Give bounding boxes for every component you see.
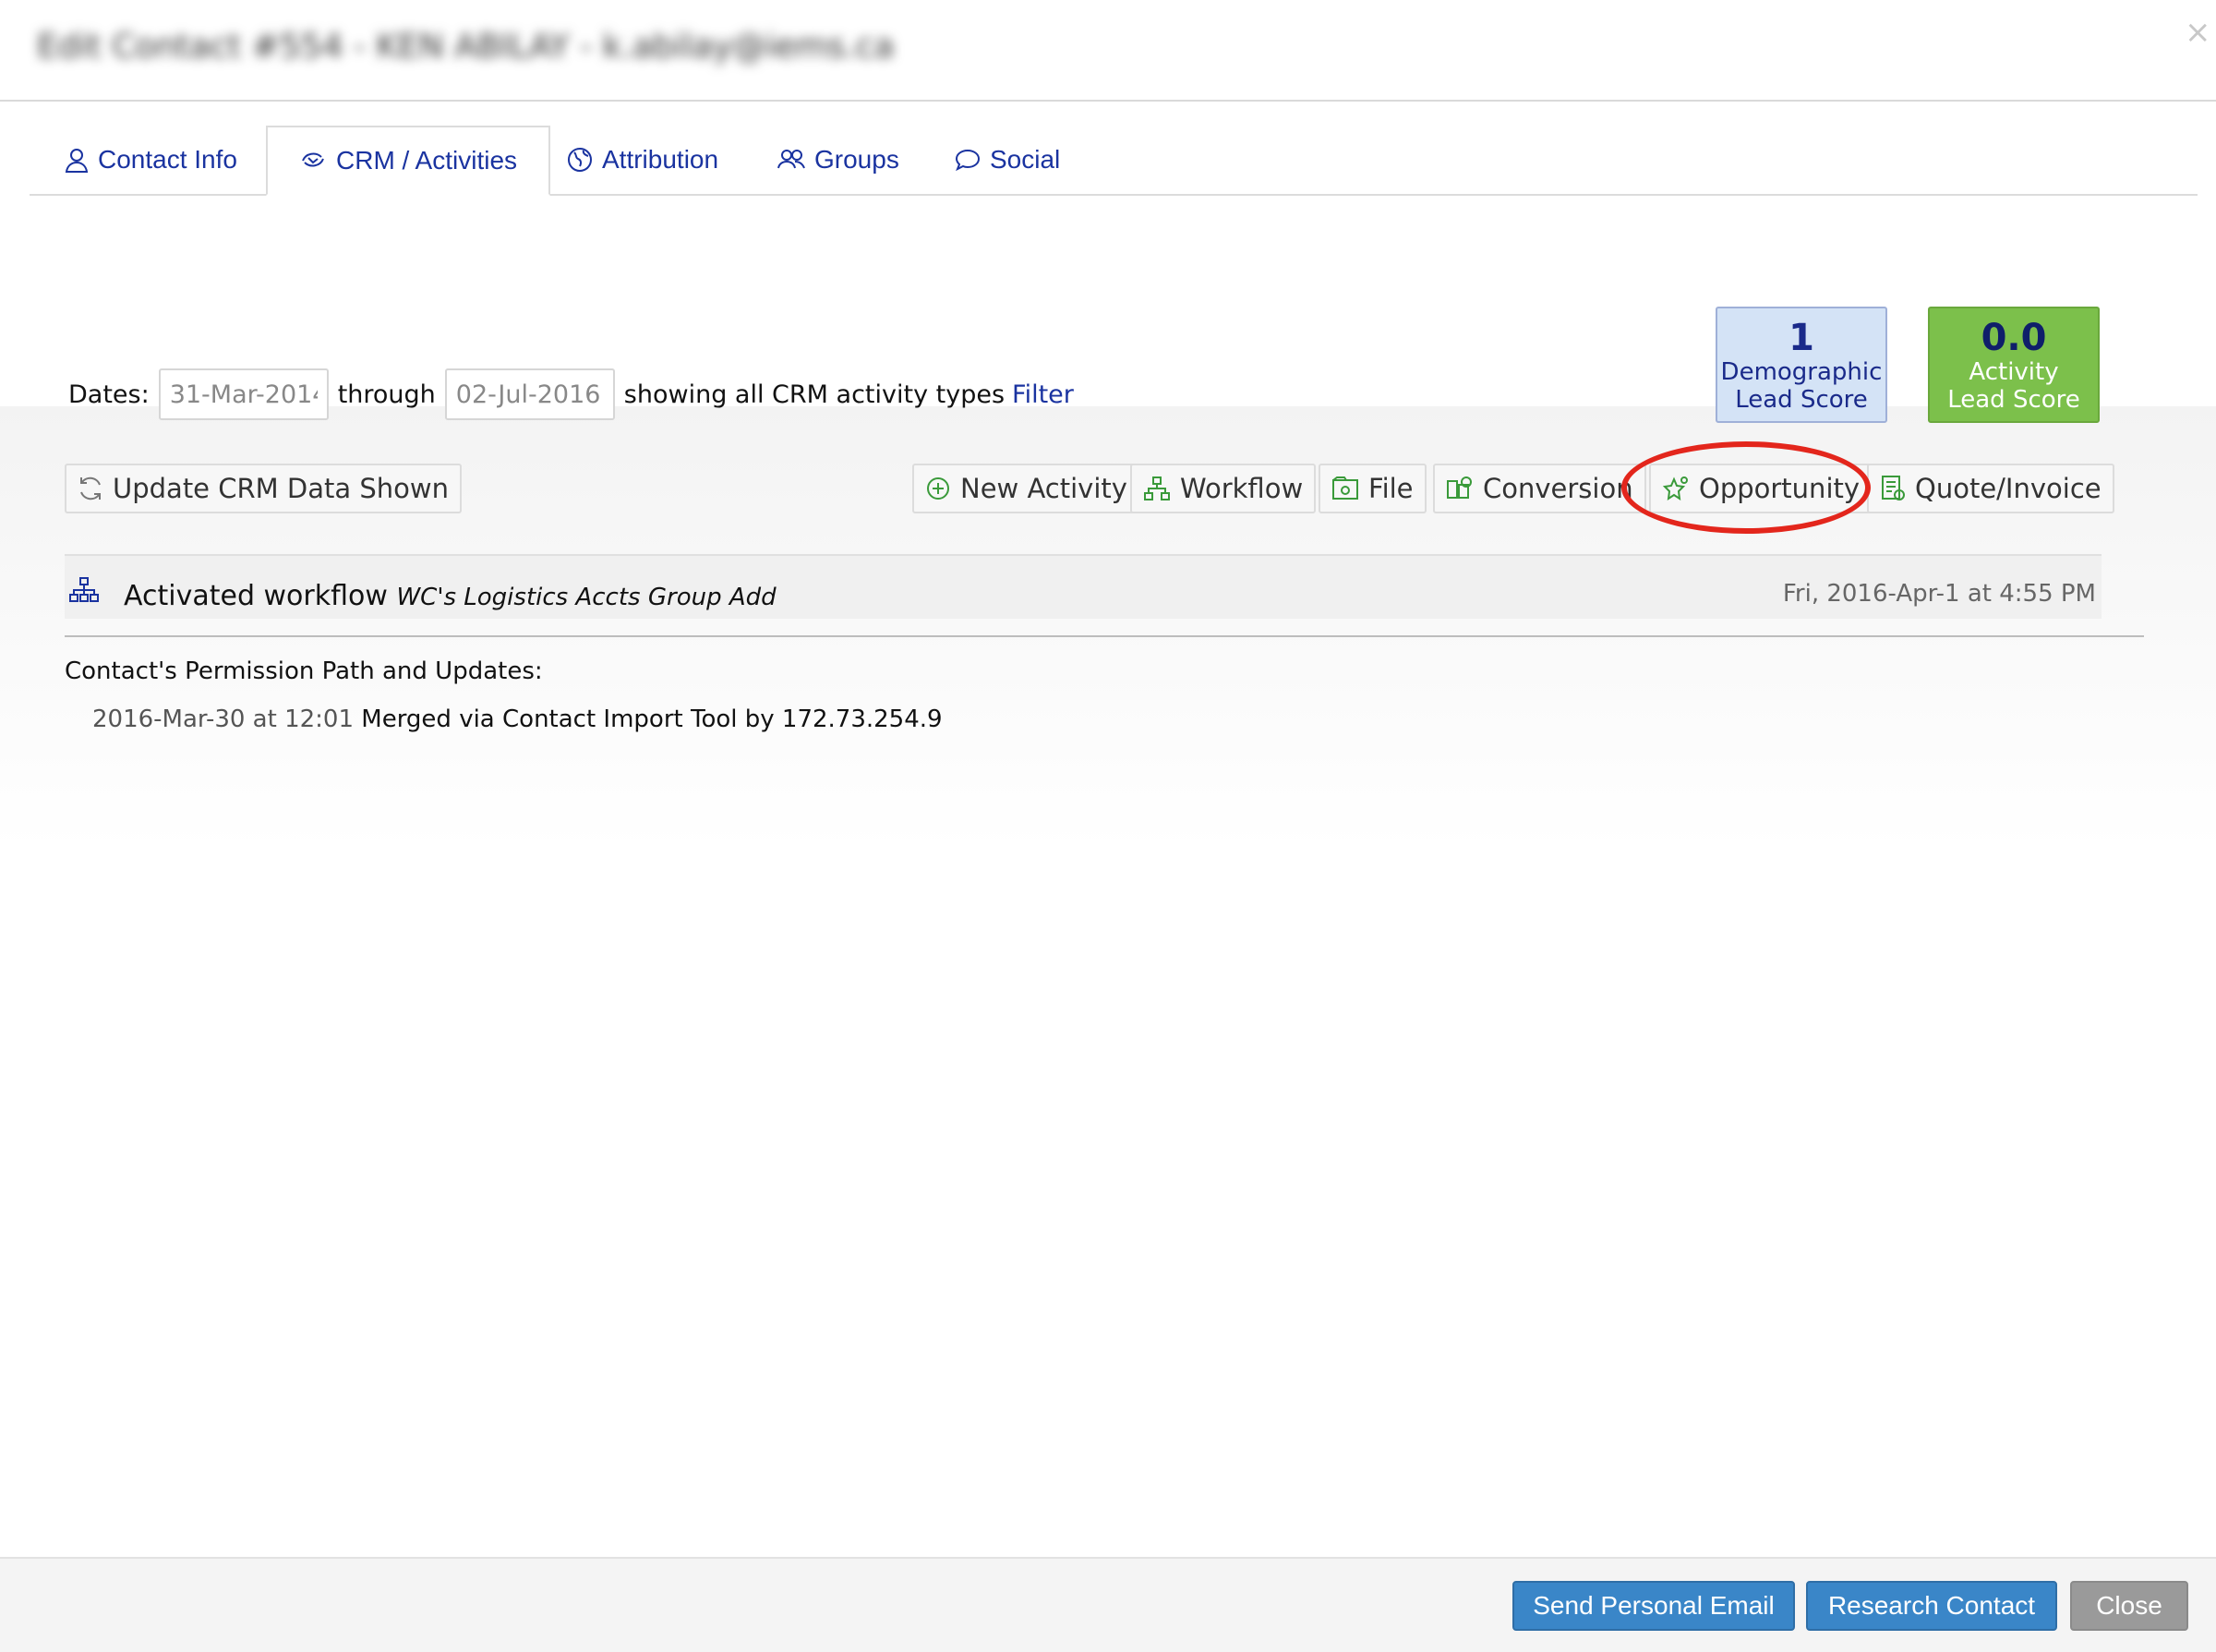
opportunity-button[interactable]: Opportunity (1649, 464, 1873, 513)
user-icon (65, 149, 89, 173)
permission-heading: Contact's Permission Path and Updates: (65, 657, 543, 685)
showing-text: showing all CRM activity types (623, 380, 1006, 409)
activity-score-label-1: Activity (1969, 358, 2059, 386)
new-activity-label: New Activity (960, 473, 1127, 504)
filter-link[interactable]: Filter (1012, 380, 1074, 409)
new-activity-icon (927, 477, 949, 500)
chat-bubble-icon (955, 149, 981, 172)
tab-label: Social (990, 145, 1061, 174)
conversion-label: Conversion (1483, 473, 1633, 504)
workflow-label: Workflow (1180, 473, 1304, 504)
activity-lead-score: 0.0 Activity Lead Score (1928, 307, 2100, 423)
send-personal-email-button[interactable]: Send Personal Email (1512, 1581, 1795, 1631)
activity-workflow-name: WC's Logistics Accts Group Add (396, 584, 777, 611)
handshake-icon (302, 152, 324, 167)
close-button[interactable]: Close (2070, 1581, 2188, 1631)
research-contact-button[interactable]: Research Contact (1806, 1581, 2057, 1631)
file-label: File (1368, 473, 1414, 504)
opportunity-label: Opportunity (1699, 473, 1861, 504)
file-icon (1332, 476, 1358, 500)
activity-score-label-2: Lead Score (1947, 386, 2080, 414)
update-crm-data-button[interactable]: Update CRM Data Shown (65, 464, 462, 513)
file-button[interactable]: File (1319, 464, 1427, 513)
tab-label: Groups (814, 145, 899, 174)
activity-score-value: 0.0 (1981, 317, 2047, 359)
workflow-button[interactable]: Workflow (1130, 464, 1317, 513)
tab-attribution[interactable]: Attribution (567, 126, 718, 194)
tab-groups[interactable]: Groups (777, 126, 899, 194)
demographic-lead-score: 1 Demographic Lead Score (1716, 307, 1887, 423)
tab-label: Contact Info (98, 145, 237, 174)
close-icon[interactable]: × (2185, 17, 2211, 48)
new-activity-button[interactable]: New Activity (912, 464, 1140, 513)
tab-label: CRM / Activities (336, 146, 518, 175)
workflow-icon (1144, 476, 1170, 500)
demographic-score-label-2: Lead Score (1735, 386, 1868, 414)
activity-description: Activated workflow WC's Logistics Accts … (124, 580, 777, 612)
demographic-score-label-1: Demographic (1720, 358, 1883, 386)
through-label: through (337, 380, 436, 409)
date-to-input[interactable] (444, 368, 615, 420)
activity-date: Fri, 2016-Apr-1 at 4:55 PM (1782, 580, 2096, 608)
tab-label: Attribution (602, 145, 719, 174)
modal-title: Edit Contact #554 - KEN ABILAY - k.abila… (37, 28, 895, 66)
star-icon (1662, 476, 1688, 501)
refresh-icon (80, 476, 101, 500)
dates-label: Dates: (68, 380, 150, 409)
divider (65, 635, 2144, 637)
tab-social[interactable]: Social (955, 126, 1060, 194)
tab-contact-info[interactable]: Contact Info (65, 126, 237, 194)
invoice-icon (1882, 476, 1905, 500)
modal-header: Edit Contact #554 - KEN ABILAY - k.abila… (0, 0, 2216, 102)
permission-entry: 2016-Mar-30 at 12:01 Merged via Contact … (92, 705, 943, 733)
permission-timestamp: 2016-Mar-30 at 12:01 (92, 705, 354, 733)
date-from-input[interactable] (158, 368, 329, 420)
globe-icon (568, 148, 592, 172)
permission-text: Merged via Contact Import Tool by 172.73… (361, 705, 943, 733)
activity-prefix: Activated workflow (124, 580, 388, 612)
users-icon (777, 150, 805, 169)
update-crm-label: Update CRM Data Shown (113, 473, 449, 504)
demographic-score-value: 1 (1788, 317, 1814, 359)
date-filter-row: Dates: through showing all CRM activity … (68, 368, 1074, 420)
workflow-tree-icon (69, 577, 99, 602)
quote-invoice-label: Quote/Invoice (1915, 473, 2102, 504)
quote-invoice-button[interactable]: Quote/Invoice (1867, 464, 2114, 513)
conversion-button[interactable]: Conversion (1433, 464, 1646, 513)
tab-crm-activities[interactable]: CRM / Activities (266, 126, 551, 196)
conversion-icon (1447, 476, 1472, 499)
